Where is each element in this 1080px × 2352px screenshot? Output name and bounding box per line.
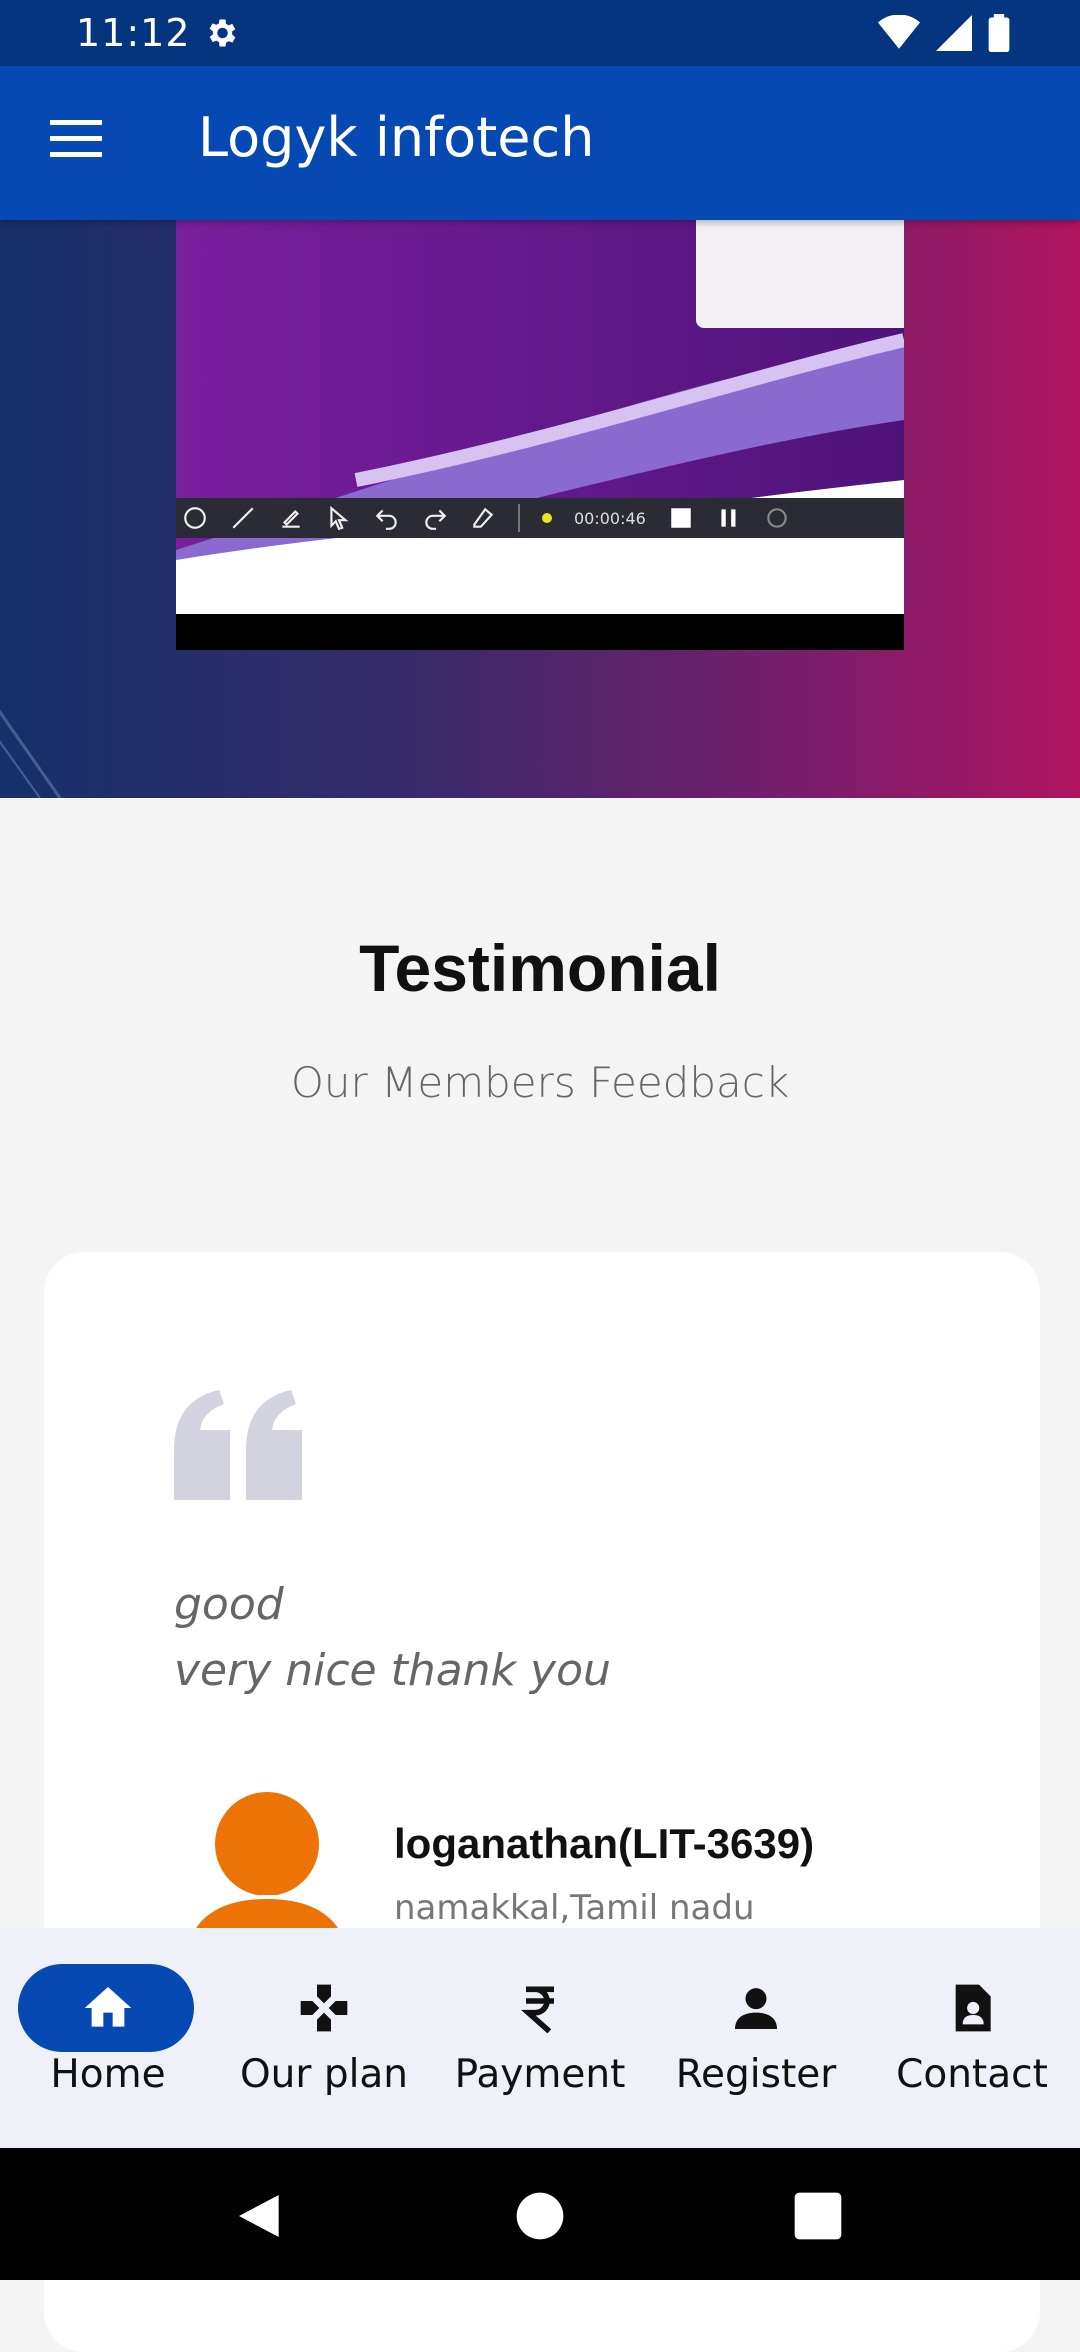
nav-label-home: Home: [50, 2052, 166, 2097]
home-icon: [84, 1987, 132, 2027]
line-tool-icon[interactable]: [230, 505, 256, 531]
pointer-tool-icon[interactable]: [326, 505, 352, 531]
home-circle-icon[interactable]: [512, 2188, 568, 2244]
recording-toolbar: 00:00:46: [176, 498, 904, 538]
person-icon: [735, 1988, 777, 2029]
nav-item-our-plan[interactable]: Our plan: [216, 1928, 432, 2098]
nav-label-contact: Contact: [896, 2052, 1048, 2097]
system-navigation-bar: [0, 2148, 1080, 2280]
bottom-navigation: Home Our plan Payment Register Contact: [0, 1928, 1080, 2148]
back-icon[interactable]: [232, 2188, 288, 2244]
recording-dot-icon: [542, 513, 552, 523]
redo-icon[interactable]: [422, 505, 448, 531]
hamburger-menu-icon[interactable]: [44, 120, 108, 164]
status-bar: 11:12: [0, 0, 1080, 66]
toolbar-divider: [518, 504, 520, 532]
circle-tool-icon[interactable]: [182, 505, 208, 531]
video-player[interactable]: 00:00:46: [176, 220, 904, 650]
app-bar: Logyk infotech: [0, 66, 1080, 220]
video-letterbox: [176, 614, 904, 650]
video-popup-panel: [696, 220, 904, 328]
nav-label-payment: Payment: [454, 2052, 626, 2097]
testimonial-title: Testimonial: [359, 931, 721, 1005]
nav-item-contact[interactable]: Contact: [864, 1928, 1080, 2098]
settings-gear-icon: [209, 19, 235, 47]
cell-signal-icon: [936, 15, 972, 51]
nav-item-home[interactable]: Home: [0, 1928, 216, 2098]
stop-icon[interactable]: [668, 505, 694, 531]
video-timer: 00:00:46: [574, 508, 646, 528]
status-icons: [878, 14, 1010, 52]
decorative-streak: [0, 709, 62, 798]
app-title: Logyk infotech: [198, 106, 595, 169]
hero-banner: 00:00:46: [0, 220, 1080, 798]
camera-icon[interactable]: [764, 505, 790, 531]
rupee-icon: [520, 1986, 554, 2034]
nav-item-register[interactable]: Register: [648, 1928, 864, 2098]
pen-tool-icon[interactable]: [278, 505, 304, 531]
quote-icon: [174, 1390, 302, 1500]
feedback-line: very nice thank you: [174, 1645, 611, 1696]
member-location: namakkal,Tamil nadu: [394, 1888, 755, 1928]
feedback-line: good: [174, 1579, 284, 1630]
recents-icon[interactable]: [790, 2188, 846, 2244]
nav-label-register: Register: [675, 2052, 837, 2097]
nav-label-our-plan: Our plan: [239, 2052, 409, 2097]
nav-item-payment[interactable]: Payment: [432, 1928, 648, 2098]
battery-icon: [988, 14, 1010, 52]
gamepad-icon: [300, 1984, 348, 2032]
status-time: 11:12: [76, 11, 191, 55]
eraser-icon[interactable]: [470, 505, 496, 531]
wifi-icon: [878, 15, 920, 49]
member-name: loganathan(LIT-3639): [394, 1820, 815, 1867]
undo-icon[interactable]: [374, 505, 400, 531]
pause-icon[interactable]: [716, 505, 742, 531]
testimonial-subtitle: Our Members Feedback: [290, 1058, 790, 1107]
contact-card-icon: [955, 1984, 991, 2032]
feedback-text: good very nice thank you: [174, 1572, 611, 1704]
